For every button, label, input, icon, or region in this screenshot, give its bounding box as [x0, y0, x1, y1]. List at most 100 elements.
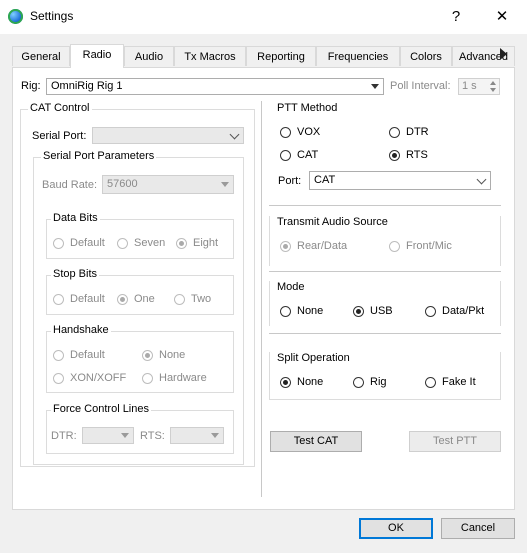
tab-audio[interactable]: Audio: [124, 46, 174, 66]
dropdown-arrow-icon: [121, 433, 129, 438]
stop-bits-two-radio[interactable]: [174, 294, 185, 305]
mode-usb-radio[interactable]: [353, 306, 364, 317]
window-title: Settings: [30, 9, 74, 23]
group-edge: [269, 281, 270, 326]
stop-bits-default-label: Default: [70, 293, 105, 305]
handshake-none-label: None: [159, 349, 186, 361]
spin-down-icon[interactable]: [490, 88, 496, 92]
tab-frequencies[interactable]: Frequencies: [316, 46, 400, 66]
split-rig-label: Rig: [370, 376, 387, 388]
handshake-xonxoff-label: XON/XOFF: [70, 372, 127, 384]
group-edge: [500, 216, 501, 266]
ptt-cat-label: CAT: [297, 149, 319, 161]
split-rig-radio[interactable]: [353, 377, 364, 388]
force-control-lines-title: Force Control Lines: [51, 403, 151, 415]
mode-none-radio[interactable]: [280, 306, 291, 317]
data-bits-seven-radio[interactable]: [117, 238, 128, 249]
poll-interval-label: Poll Interval:: [390, 80, 451, 92]
chevron-down-icon: [229, 129, 240, 140]
radio-tab-panel: Rig: OmniRig Rig 1 Poll Interval: 1 s CA…: [12, 67, 515, 510]
stop-bits-two-label: Two: [191, 293, 212, 305]
serial-params-title: Serial Port Parameters: [41, 150, 157, 162]
mode-datapkt-radio[interactable]: [425, 306, 436, 317]
poll-interval-spinner[interactable]: 1 s: [458, 78, 500, 95]
handshake-title: Handshake: [51, 324, 111, 336]
split-none-label: None: [297, 376, 324, 388]
stop-bits-default-radio[interactable]: [53, 294, 64, 305]
baud-rate-label: Baud Rate:: [42, 179, 98, 191]
help-button[interactable]: ?: [441, 6, 471, 28]
column-divider: [261, 101, 262, 497]
rts-label: RTS:: [140, 430, 165, 442]
data-bits-eight-radio[interactable]: [176, 238, 187, 249]
split-none-radio[interactable]: [280, 377, 291, 388]
tab-reporting[interactable]: Reporting: [246, 46, 316, 66]
ptt-rts-label: RTS: [406, 149, 428, 161]
dropdown-arrow-icon: [371, 84, 379, 89]
tab-scroll-right-icon[interactable]: [500, 48, 507, 60]
ptt-vox-radio[interactable]: [280, 127, 291, 138]
handshake-hardware-radio[interactable]: [142, 373, 153, 384]
tab-colors[interactable]: Colors: [400, 46, 452, 66]
handshake-default-label: Default: [70, 349, 105, 361]
split-fakeit-radio[interactable]: [425, 377, 436, 388]
ptt-port-label: Port:: [278, 175, 302, 187]
poll-interval-value: 1 s: [462, 80, 477, 92]
mode-title: Mode: [277, 281, 305, 293]
ok-button[interactable]: OK: [359, 518, 433, 539]
app-logo-icon: [8, 9, 23, 24]
dropdown-arrow-icon: [221, 182, 229, 187]
dtr-select[interactable]: [82, 427, 134, 444]
rts-select[interactable]: [170, 427, 224, 444]
close-button[interactable]: ✕: [487, 6, 517, 28]
dropdown-arrow-icon: [211, 433, 219, 438]
mode-usb-label: USB: [370, 305, 393, 317]
stop-bits-one-label: One: [134, 293, 155, 305]
baud-rate-select[interactable]: 57600: [102, 175, 234, 194]
separator: [269, 205, 501, 206]
mode-none-label: None: [297, 305, 324, 317]
ptt-rts-radio[interactable]: [389, 150, 400, 161]
rig-value: OmniRig Rig 1: [51, 80, 123, 92]
tx-audio-title: Transmit Audio Source: [277, 216, 388, 228]
mode-datapkt-label: Data/Pkt: [442, 305, 485, 317]
test-cat-button[interactable]: Test CAT: [270, 431, 362, 452]
ptt-dtr-label: DTR: [406, 126, 429, 138]
dtr-label: DTR:: [51, 430, 77, 442]
serial-port-select[interactable]: [92, 127, 244, 144]
tab-tx-macros[interactable]: Tx Macros: [174, 46, 246, 66]
ptt-cat-radio[interactable]: [280, 150, 291, 161]
group-edge: [269, 352, 270, 400]
ptt-port-value: CAT: [314, 174, 336, 186]
handshake-none-radio[interactable]: [142, 350, 153, 361]
tx-audio-rear-label: Rear/Data: [297, 240, 348, 252]
tx-audio-front-label: Front/Mic: [406, 240, 452, 252]
data-bits-default-label: Default: [70, 237, 105, 249]
ptt-vox-label: VOX: [297, 126, 321, 138]
ptt-port-select[interactable]: CAT: [309, 171, 491, 190]
tx-audio-rear-radio[interactable]: [280, 241, 291, 252]
data-bits-default-radio[interactable]: [53, 238, 64, 249]
split-operation-title: Split Operation: [277, 352, 350, 364]
spin-up-icon[interactable]: [490, 81, 496, 85]
separator: [269, 271, 501, 272]
title-bar: Settings ? ✕: [0, 0, 527, 34]
ptt-dtr-radio[interactable]: [389, 127, 400, 138]
cancel-button[interactable]: Cancel: [441, 518, 515, 539]
tab-general[interactable]: General: [12, 46, 70, 66]
rig-select[interactable]: OmniRig Rig 1: [46, 78, 384, 95]
handshake-hardware-label: Hardware: [159, 372, 207, 384]
test-ptt-button[interactable]: Test PTT: [409, 431, 501, 452]
stop-bits-one-radio[interactable]: [117, 294, 128, 305]
group-edge: [269, 216, 270, 266]
tx-audio-front-radio[interactable]: [389, 241, 400, 252]
tab-strip: General Radio Audio Tx Macros Reporting …: [12, 44, 515, 68]
ptt-method-title: PTT Method: [277, 102, 338, 114]
group-edge: [500, 352, 501, 400]
handshake-default-radio[interactable]: [53, 350, 64, 361]
baud-rate-value: 57600: [107, 178, 138, 190]
tab-radio[interactable]: Radio: [70, 44, 124, 68]
cat-control-title: CAT Control: [28, 102, 92, 114]
handshake-xonxoff-radio[interactable]: [53, 373, 64, 384]
stop-bits-title: Stop Bits: [51, 268, 100, 280]
